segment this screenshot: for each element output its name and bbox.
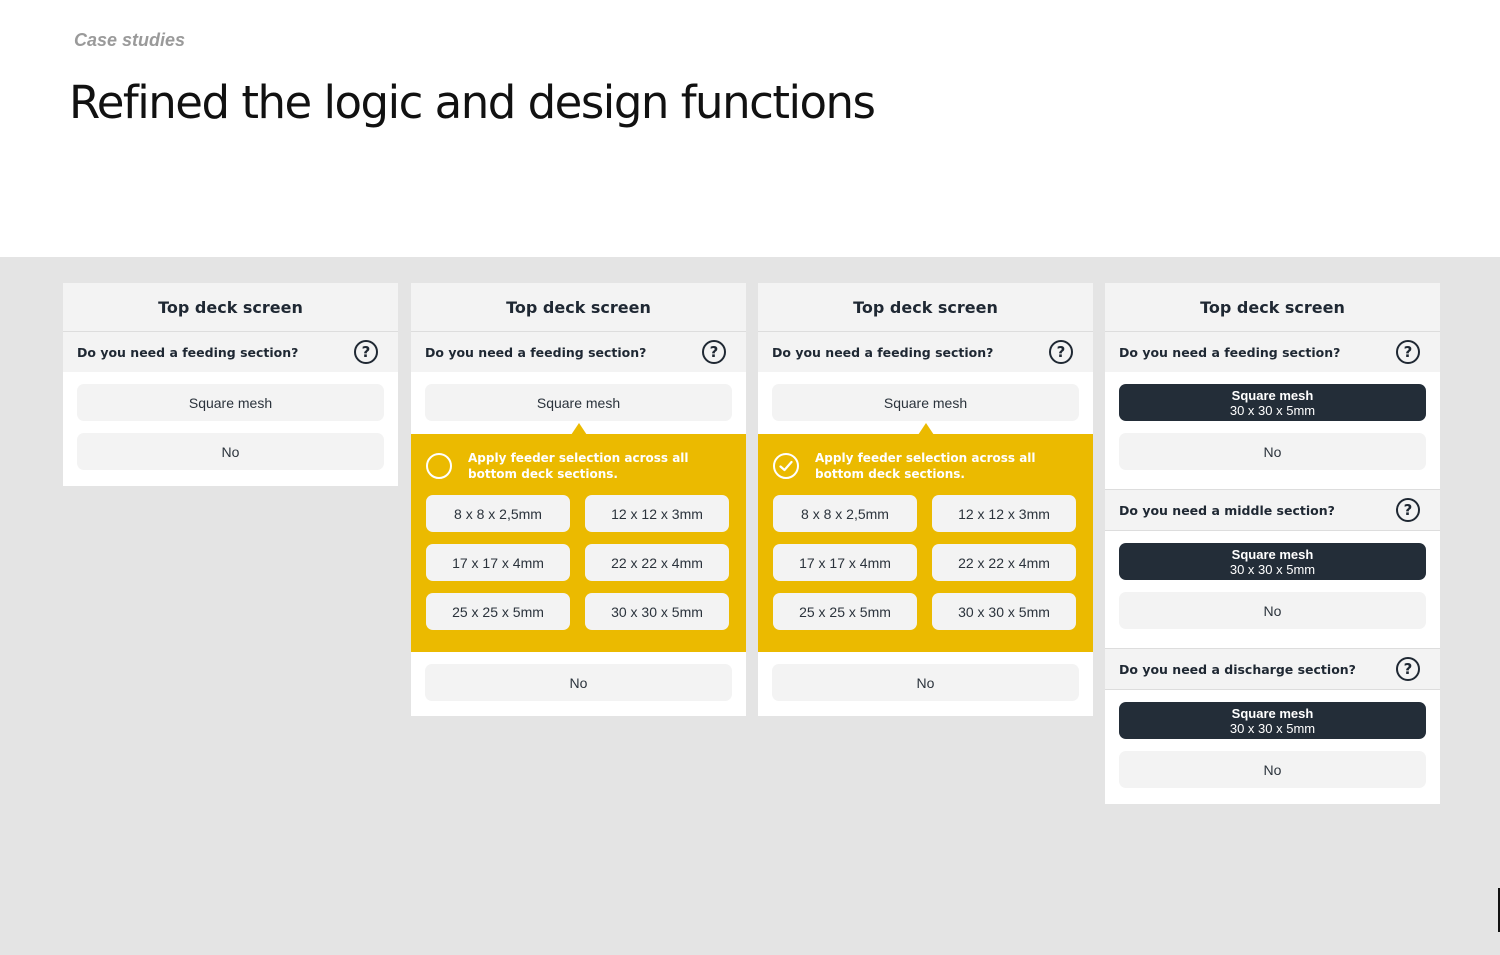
size-option-button[interactable]: 8 x 8 x 2,5mm — [773, 495, 917, 532]
size-option-button[interactable]: 25 x 25 x 5mm — [426, 593, 570, 630]
selected-square-mesh-button[interactable]: Square mesh 30 x 30 x 5mm — [1119, 543, 1426, 580]
selected-size: 30 x 30 x 5mm — [1229, 402, 1316, 418]
options-group: Square mesh 30 x 30 x 5mm No — [1105, 690, 1440, 804]
no-button[interactable]: No — [1119, 751, 1426, 788]
size-option-button[interactable]: 17 x 17 x 4mm — [773, 544, 917, 581]
selected-square-mesh-button[interactable]: Square mesh 30 x 30 x 5mm — [1119, 702, 1426, 739]
selected-size: 30 x 30 x 5mm — [1229, 561, 1316, 577]
no-button[interactable]: No — [772, 664, 1079, 701]
question-text: Do you need a feeding section? — [1119, 344, 1341, 360]
options-group: Square mesh No — [63, 372, 398, 486]
size-option-button[interactable]: 25 x 25 x 5mm — [773, 593, 917, 630]
panel-header: Top deck screen — [411, 283, 746, 332]
options-group: Square mesh 30 x 30 x 5mm No — [1105, 531, 1440, 648]
apply-all-label: Apply feeder selection across all bottom… — [468, 451, 689, 481]
question-circle-icon[interactable]: ? — [1049, 340, 1073, 364]
apply-all-toggle[interactable]: Apply feeder selection across all bottom… — [426, 450, 731, 482]
size-option-button[interactable]: 8 x 8 x 2,5mm — [426, 495, 570, 532]
mesh-size-dropdown: Apply feeder selection across all bottom… — [758, 423, 1093, 652]
size-option-button[interactable]: 22 x 22 x 4mm — [932, 544, 1076, 581]
question-circle-icon[interactable]: ? — [702, 340, 726, 364]
question-row-feeding: Do you need a feeding section? ? — [758, 332, 1093, 372]
question-circle-icon[interactable]: ? — [1396, 498, 1420, 522]
checkmark-icon — [779, 460, 793, 472]
mesh-size-grid: 8 x 8 x 2,5mm 12 x 12 x 3mm 17 x 17 x 4m… — [773, 495, 1078, 630]
mesh-size-grid: 8 x 8 x 2,5mm 12 x 12 x 3mm 17 x 17 x 4m… — [426, 495, 731, 630]
size-option-button[interactable]: 30 x 30 x 5mm — [932, 593, 1076, 630]
options-group: No — [411, 652, 746, 716]
square-mesh-button[interactable]: Square mesh — [425, 384, 732, 421]
question-row-middle: Do you need a middle section? ? — [1105, 489, 1440, 531]
size-option-button[interactable]: 22 x 22 x 4mm — [585, 544, 729, 581]
selected-label: Square mesh — [1231, 387, 1314, 403]
question-circle-icon[interactable]: ? — [1396, 657, 1420, 681]
selected-label: Square mesh — [1231, 705, 1314, 721]
question-text: Do you need a feeding section? — [77, 344, 299, 360]
eyebrow-label: Case studies — [74, 30, 186, 50]
panel-header: Top deck screen — [63, 283, 398, 332]
screen-panel-3: Top deck screen Do you need a feeding se… — [758, 283, 1093, 716]
no-button[interactable]: No — [1119, 592, 1426, 629]
apply-all-toggle[interactable]: Apply feeder selection across all bottom… — [773, 450, 1078, 482]
question-row-feeding: Do you need a feeding section? ? — [411, 332, 746, 372]
page-title: Refined the logic and design functions — [69, 76, 876, 129]
mesh-size-dropdown: Apply feeder selection across all bottom… — [411, 423, 746, 652]
question-text: Do you need a feeding section? — [772, 344, 994, 360]
dropdown-caret — [918, 423, 934, 435]
question-row-feeding: Do you need a feeding section? ? — [1105, 332, 1440, 372]
square-mesh-button[interactable]: Square mesh — [77, 384, 384, 421]
selected-size: 30 x 30 x 5mm — [1229, 720, 1316, 736]
size-option-button[interactable]: 12 x 12 x 3mm — [585, 495, 729, 532]
selected-square-mesh-button[interactable]: Square mesh 30 x 30 x 5mm — [1119, 384, 1426, 421]
question-row-discharge: Do you need a discharge section? ? — [1105, 648, 1440, 690]
checkbox-circle-icon[interactable] — [773, 453, 799, 479]
square-mesh-button[interactable]: Square mesh — [772, 384, 1079, 421]
selected-label: Square mesh — [1231, 546, 1314, 562]
question-row-feeding: Do you need a feeding section? ? — [63, 332, 398, 372]
size-option-button[interactable]: 30 x 30 x 5mm — [585, 593, 729, 630]
no-button[interactable]: No — [77, 433, 384, 470]
dropdown-caret — [571, 423, 587, 435]
size-option-button[interactable]: 12 x 12 x 3mm — [932, 495, 1076, 532]
screen-panel-1: Top deck screen Do you need a feeding se… — [63, 283, 398, 486]
apply-all-label: Apply feeder selection across all bottom… — [815, 451, 1036, 481]
screen-panel-2: Top deck screen Do you need a feeding se… — [411, 283, 746, 716]
question-text: Do you need a discharge section? — [1119, 661, 1356, 677]
question-text: Do you need a middle section? — [1119, 502, 1335, 518]
question-circle-icon[interactable]: ? — [354, 340, 378, 364]
no-button[interactable]: No — [1119, 433, 1426, 470]
question-circle-icon[interactable]: ? — [1396, 340, 1420, 364]
panel-header: Top deck screen — [1105, 283, 1440, 332]
options-group: Square mesh 30 x 30 x 5mm No — [1105, 372, 1440, 489]
size-option-button[interactable]: 17 x 17 x 4mm — [426, 544, 570, 581]
screen-panel-4: Top deck screen Do you need a feeding se… — [1105, 283, 1440, 804]
question-text: Do you need a feeding section? — [425, 344, 647, 360]
panel-header: Top deck screen — [758, 283, 1093, 332]
options-group: No — [758, 652, 1093, 716]
checkbox-circle-icon[interactable] — [426, 453, 452, 479]
no-button[interactable]: No — [425, 664, 732, 701]
